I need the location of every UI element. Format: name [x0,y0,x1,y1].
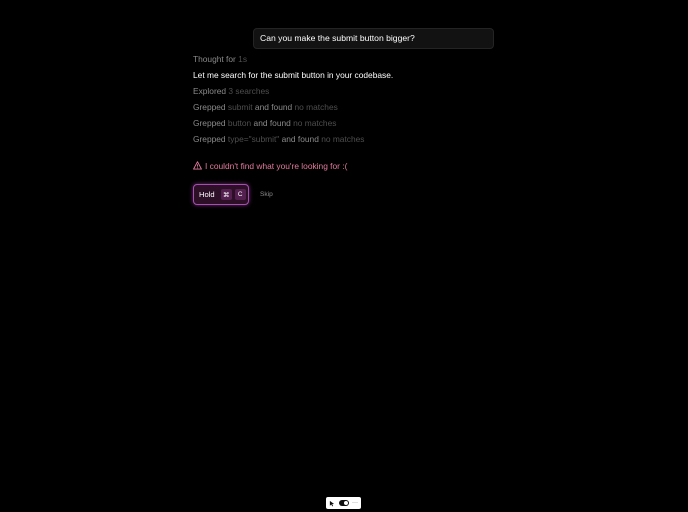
bottom-toolbar: ··· [326,497,361,509]
search-result-row: Grepped button and found no matches [193,118,336,128]
search-result: no matches [321,134,365,144]
search-middle: and found [254,102,293,112]
cursor-icon[interactable] [329,500,336,507]
search-term: submit [227,102,253,112]
explored-summary[interactable]: Explored 3 searches [193,86,269,96]
thought-label: Thought for [193,54,236,64]
search-result: no matches [293,118,337,128]
search-result-row: Grepped submit and found no matches [193,102,338,112]
hold-to-copy-button[interactable]: Hold ⌘ C [193,184,249,205]
warning-text: I couldn't find what you're looking for … [205,161,348,171]
user-message-text: Can you make the submit button bigger? [260,33,415,43]
search-term: button [227,118,252,128]
more-options-icon[interactable]: ··· [352,500,358,506]
assistant-intro: Let me search for the submit button in y… [193,70,394,80]
search-middle: and found [281,134,319,144]
toggle-switch-icon[interactable] [339,500,349,506]
search-verb: Grepped [193,118,226,128]
thought-status[interactable]: Thought for 1s [193,54,247,64]
command-key: ⌘ [220,189,232,200]
search-result: no matches [294,102,338,112]
explored-label: Explored [193,86,227,96]
search-result-row: Grepped type="submit" and found no match… [193,134,364,144]
warning-icon [193,161,202,170]
explored-count: 3 searches [228,86,270,96]
search-term: type="submit" [227,134,280,144]
hold-label: Hold [199,190,215,199]
skip-button[interactable]: Skip [260,191,273,198]
search-verb: Grepped [193,134,226,144]
user-message-bubble: Can you make the submit button bigger? [253,28,494,49]
not-found-warning: I couldn't find what you're looking for … [193,161,347,171]
search-middle: and found [253,118,291,128]
c-key: C [234,189,246,200]
thought-duration: 1s [238,54,248,64]
search-verb: Grepped [193,102,226,112]
